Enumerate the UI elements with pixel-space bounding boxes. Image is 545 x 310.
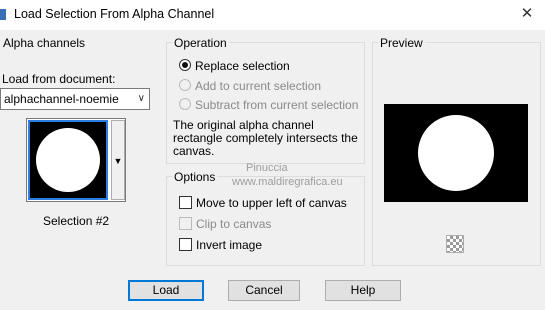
channel-thumbnail[interactable]	[28, 120, 108, 200]
options-title: Options	[172, 170, 218, 184]
preview-canvas	[384, 104, 528, 202]
replace-selection-radio[interactable]	[179, 59, 191, 71]
help-button[interactable]: Help	[325, 280, 401, 301]
subtract-selection-label: Subtract from current selection	[195, 98, 359, 112]
invert-image-label: Invert image	[196, 238, 263, 252]
preview-circle	[418, 115, 494, 191]
operation-title: Operation	[172, 36, 229, 50]
document-combobox-value: alphachannel-noemie	[4, 92, 119, 106]
selection-label: Selection #2	[43, 214, 110, 228]
app-icon	[0, 9, 6, 20]
move-to-upper-left-label: Move to upper left of canvas	[196, 196, 347, 210]
subtract-selection-radio[interactable]	[179, 98, 191, 110]
operation-description: The original alpha channel rectangle com…	[173, 118, 358, 158]
window-title: Load Selection From Alpha Channel	[14, 7, 215, 21]
load-from-document-label: Load from document:	[2, 72, 116, 86]
clip-to-canvas-label: Clip to canvas	[196, 217, 272, 231]
watermark-name: Pinuccia	[246, 162, 288, 174]
cancel-button[interactable]: Cancel	[228, 280, 300, 301]
close-icon[interactable]: ✕	[516, 4, 538, 24]
move-to-upper-left-checkbox[interactable]	[179, 196, 192, 209]
add-to-selection-label: Add to current selection	[195, 79, 322, 93]
alpha-channels-title: Alpha channels	[1, 36, 88, 50]
checkerboard-icon[interactable]	[446, 235, 464, 253]
document-combobox[interactable]: alphachannel-noemie ∨	[0, 88, 150, 110]
clip-to-canvas-checkbox[interactable]	[179, 217, 192, 230]
radio-selected-dot	[182, 62, 188, 68]
watermark-url: www.maldiregrafica.eu	[232, 176, 343, 188]
load-button[interactable]: Load	[128, 280, 204, 301]
add-to-selection-radio[interactable]	[179, 79, 191, 91]
triangle-down-icon[interactable]: ▼	[111, 120, 125, 200]
invert-image-checkbox[interactable]	[179, 238, 192, 251]
preview-title: Preview	[378, 36, 425, 50]
chevron-down-icon: ∨	[137, 93, 145, 104]
thumbnail-circle	[36, 128, 100, 192]
replace-selection-label: Replace selection	[195, 59, 290, 73]
